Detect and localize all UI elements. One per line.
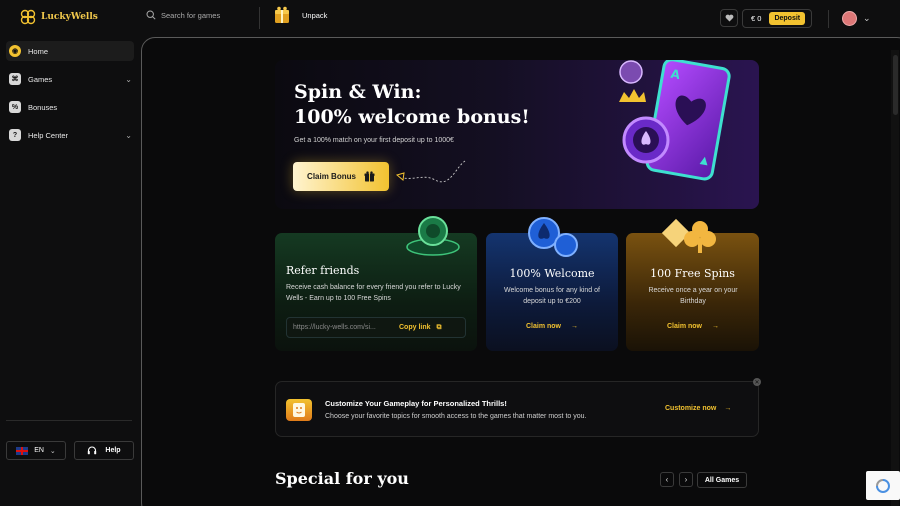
sidebar: ◉ Home ⌘ Games ⌄ % Bonuses ? Help Center… <box>0 38 140 506</box>
customize-icon <box>286 399 312 421</box>
hero-subtitle: Get a 100% match on your first deposit u… <box>294 137 454 144</box>
search-icon <box>146 10 156 20</box>
search-placeholder: Search for games <box>161 10 221 20</box>
spins-desc: Receive once a year on your Birthday <box>648 287 738 305</box>
sidebar-item-home[interactable]: ◉ Home <box>6 41 134 61</box>
casino-card-chip-illustration: A <box>619 60 731 181</box>
search-input[interactable]: Search for games <box>146 10 220 20</box>
hero-banner: Spin & Win: 100% welcome bonus! Get a 10… <box>275 60 759 209</box>
sidebar-item-label: Home <box>28 46 49 56</box>
gift-box-icon <box>275 6 289 23</box>
section-title: Special for you <box>275 469 409 488</box>
top-bar: LuckyWells Search for games Unpack € 0 D… <box>0 0 900 38</box>
dashed-arrow-icon <box>395 160 466 183</box>
language-selector[interactable]: EN ⌄ <box>6 441 66 460</box>
bonuses-icon: % <box>9 101 21 113</box>
header-divider <box>259 7 260 29</box>
clover-logo-icon <box>20 9 36 25</box>
claim-bonus-label: Claim Bonus <box>307 172 356 181</box>
unpack-label: Unpack <box>302 10 328 20</box>
unpack-button[interactable]: Unpack <box>274 6 327 24</box>
sidebar-divider <box>6 420 132 421</box>
chevron-down-icon: ⌄ <box>863 13 871 23</box>
refer-title: Refer friends <box>286 264 360 277</box>
chevron-down-icon: ⌄ <box>49 447 56 455</box>
customize-banner: Customize Your Gameplay for Personalized… <box>275 381 759 437</box>
sidebar-item-bonuses[interactable]: % Bonuses <box>6 97 134 117</box>
language-label: EN <box>34 447 44 454</box>
chevron-right-icon: › <box>684 475 688 484</box>
referral-link-field[interactable]: https://lucky-wells.com/si... Copy link … <box>286 317 466 338</box>
sidebar-item-label: Help Center <box>28 130 69 140</box>
refer-desc: Receive cash balance for every friend yo… <box>286 284 461 302</box>
blue-chips-icon <box>528 217 578 257</box>
profile-menu[interactable]: ⌄ <box>842 11 871 26</box>
free-spins-card: 100 Free Spins Receive once a year on yo… <box>626 218 759 351</box>
welcome-claim-label: Claim now <box>526 323 562 330</box>
close-icon[interactable]: ✕ <box>753 378 761 386</box>
customize-title: Customize Your Gameplay for Personalized… <box>325 399 507 408</box>
home-icon: ◉ <box>9 45 21 57</box>
welcome-claim-button[interactable]: Claim now → <box>526 323 578 330</box>
claim-bonus-button[interactable]: Claim Bonus <box>293 162 389 191</box>
prev-button[interactable]: ‹ <box>660 472 674 487</box>
arrow-right-icon: → <box>724 405 732 412</box>
refer-friends-card: Refer friends Receive cash balance for e… <box>275 216 477 351</box>
scrollbar-thumb[interactable] <box>893 55 898 115</box>
chevron-left-icon: ‹ <box>665 475 669 484</box>
help-icon: ? <box>9 129 21 141</box>
referral-link-value: https://lucky-wells.com/si... <box>293 324 376 331</box>
headset-icon <box>88 446 97 455</box>
recaptcha-icon <box>876 478 890 493</box>
help-label: Help <box>105 447 121 454</box>
logo[interactable]: LuckyWells <box>20 9 98 25</box>
welcome-desc: Welcome bonus for any kind of deposit up… <box>504 287 600 305</box>
welcome-title: 100% Welcome <box>509 267 595 280</box>
balance-value: € 0 <box>751 14 762 23</box>
spins-claim-button[interactable]: Claim now → <box>667 323 719 330</box>
next-button[interactable]: › <box>679 472 693 487</box>
uk-flag-icon <box>16 446 29 455</box>
copy-link-label: Copy link <box>399 324 431 331</box>
sidebar-item-label: Bonuses <box>28 102 58 112</box>
welcome-bonus-card: 100% Welcome Welcome bonus for any kind … <box>486 217 618 351</box>
customize-desc: Choose your favorite topics for smooth a… <box>325 413 587 420</box>
help-button[interactable]: Help <box>74 441 134 460</box>
spins-claim-label: Claim now <box>667 323 703 330</box>
arrow-right-icon: → <box>712 323 720 330</box>
chevron-down-icon: ⌄ <box>125 130 132 140</box>
brand-name: LuckyWells <box>41 12 98 22</box>
recaptcha-badge[interactable] <box>866 471 900 500</box>
sidebar-item-games[interactable]: ⌘ Games ⌄ <box>6 69 134 89</box>
gift-icon <box>364 171 375 182</box>
wallet-widget: € 0 Deposit <box>742 9 812 28</box>
hero-title: Spin & Win: 100% welcome bonus! <box>294 80 530 130</box>
header-divider-2 <box>828 10 829 28</box>
customize-now-button[interactable]: Customize now → <box>665 405 731 412</box>
heart-icon <box>725 14 733 22</box>
hero-title-line-1: Spin & Win: <box>294 81 422 103</box>
chevron-down-icon: ⌄ <box>125 74 132 84</box>
hero-title-line-2: 100% welcome bonus! <box>294 106 530 128</box>
customize-now-label: Customize now <box>665 405 717 412</box>
card-suits-icon <box>661 218 716 253</box>
sidebar-item-help-center[interactable]: ? Help Center ⌄ <box>6 125 134 145</box>
avatar <box>842 11 857 26</box>
all-games-button[interactable]: All Games <box>697 472 747 488</box>
sidebar-item-label: Games <box>28 74 53 84</box>
arrow-right-icon: → <box>571 323 579 330</box>
copy-link-button[interactable]: Copy link ⧉ <box>399 324 442 332</box>
green-chip-icon <box>406 216 460 256</box>
games-icon: ⌘ <box>9 73 21 85</box>
scrollbar[interactable] <box>891 50 899 506</box>
favorites-button[interactable] <box>720 9 738 27</box>
deposit-button[interactable]: Deposit <box>769 12 806 25</box>
copy-icon: ⧉ <box>436 324 442 331</box>
spins-title: 100 Free Spins <box>650 267 735 280</box>
